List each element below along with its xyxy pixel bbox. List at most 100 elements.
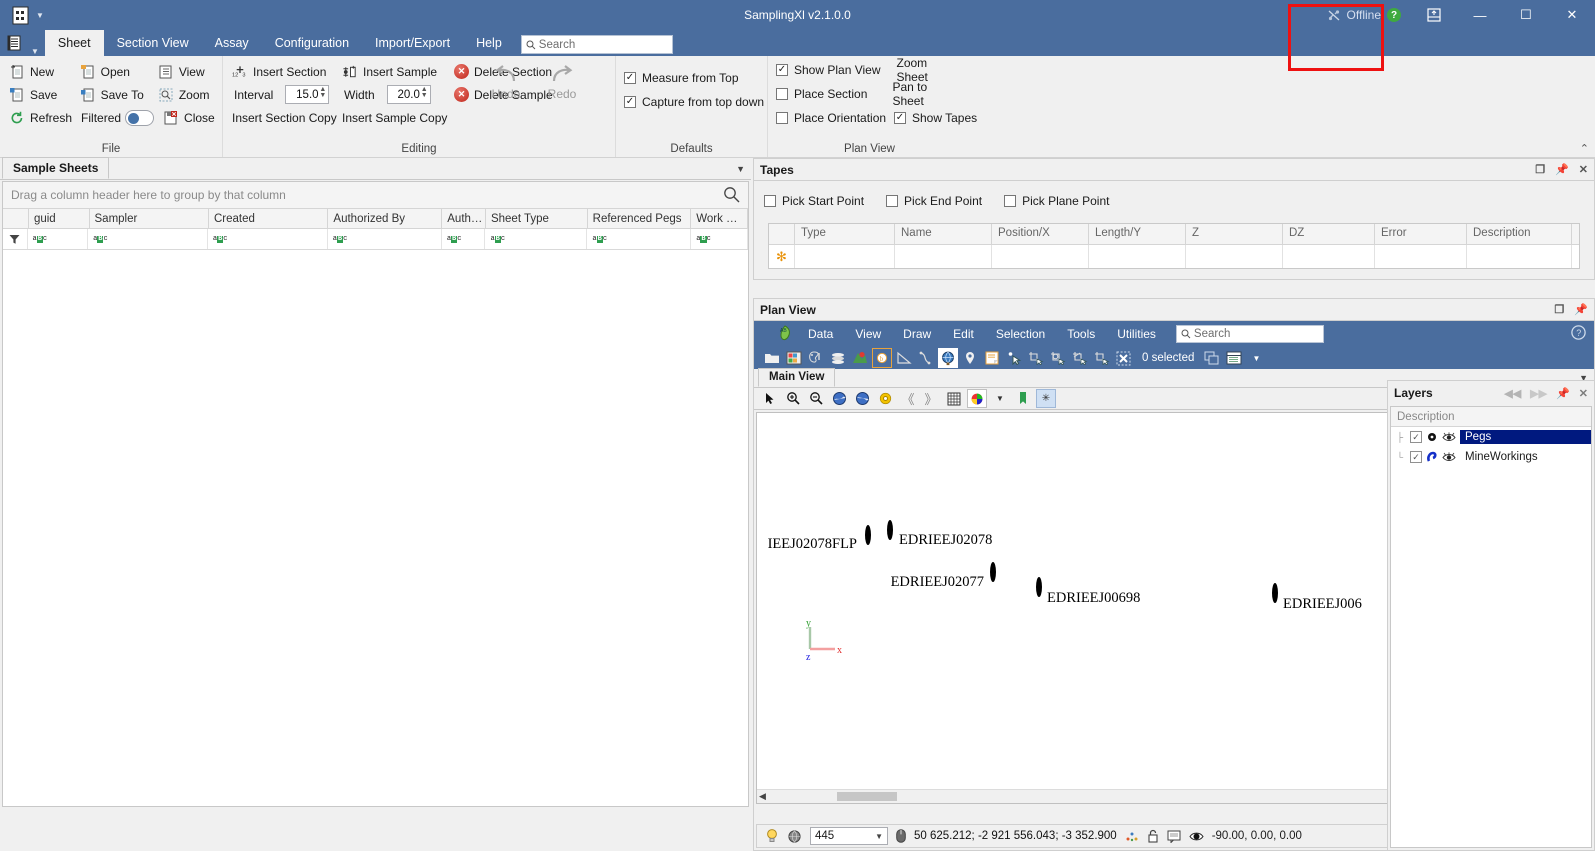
view-distance-combobox[interactable]: 445 ▼ bbox=[810, 827, 888, 845]
peg-marker[interactable]: EDRIEEJ006 bbox=[1272, 586, 1278, 600]
lock-icon[interactable] bbox=[1147, 829, 1159, 843]
save-to-button[interactable]: Save To bbox=[77, 83, 155, 106]
layers-stack-icon[interactable] bbox=[828, 348, 848, 368]
rewind-icon[interactable]: 《 bbox=[898, 389, 918, 408]
group-by-dropzone[interactable]: Drag a column header here to group by th… bbox=[3, 182, 748, 209]
float-window-icon[interactable]: ❐ bbox=[1554, 303, 1564, 316]
offline-status-group[interactable]: Offline ? bbox=[1317, 0, 1411, 30]
crop-rect-icon[interactable] bbox=[1092, 348, 1112, 368]
forward-icon[interactable]: 》 bbox=[921, 389, 941, 408]
gear-icon[interactable] bbox=[875, 389, 895, 408]
asterisk-icon[interactable]: ✳ bbox=[1036, 389, 1056, 408]
tab-main-view[interactable]: Main View bbox=[758, 368, 835, 387]
tapes-new-row[interactable]: ✻ bbox=[769, 245, 1579, 268]
pin-icon[interactable]: 📌 bbox=[1574, 303, 1588, 316]
float-window-icon[interactable]: ❐ bbox=[1535, 163, 1545, 176]
plan-menu-data[interactable]: Data bbox=[798, 324, 843, 344]
chevron-down-icon[interactable]: ▼ bbox=[1246, 348, 1266, 368]
nav-forward-icon[interactable]: ▶▶ bbox=[1530, 387, 1547, 400]
pick-plane-point-checkbox[interactable]: Pick Plane Point bbox=[1004, 189, 1109, 213]
filter-cell-work[interactable]: aBc bbox=[691, 229, 748, 249]
new-button[interactable]: New bbox=[6, 60, 77, 83]
clear-selection-icon[interactable] bbox=[1114, 348, 1134, 368]
column-guid[interactable]: guid bbox=[29, 209, 90, 228]
collapse-ribbon-icon[interactable]: ⌃ bbox=[1580, 142, 1589, 155]
column-created[interactable]: Created bbox=[209, 209, 328, 228]
place-orientation-checkbox[interactable]: Place Orientation bbox=[774, 106, 892, 130]
notes-icon[interactable] bbox=[982, 348, 1002, 368]
column-authorized-by[interactable]: Authorized By bbox=[328, 209, 442, 228]
eye-icon[interactable] bbox=[1442, 432, 1456, 443]
triangle-measure-icon[interactable] bbox=[894, 348, 914, 368]
zoom-in-icon[interactable] bbox=[783, 389, 803, 408]
filtered-toggle-item[interactable]: Filtered bbox=[78, 106, 160, 129]
view-button[interactable]: View bbox=[155, 60, 216, 83]
tapes-column-name[interactable]: Name bbox=[895, 224, 992, 244]
sphere-wireframe-icon[interactable] bbox=[787, 829, 802, 844]
vulcan-leaf-icon[interactable]: AB bbox=[774, 323, 796, 345]
tapes-cell-error[interactable] bbox=[1375, 245, 1467, 268]
tab-help[interactable]: Help bbox=[463, 30, 515, 56]
globe-icon[interactable] bbox=[938, 348, 958, 368]
zoom-button[interactable]: Zoom bbox=[155, 83, 216, 106]
pick-end-point-checkbox[interactable]: Pick End Point bbox=[886, 189, 982, 213]
filter-cell-sampler[interactable]: aBc bbox=[88, 229, 208, 249]
redo-button[interactable]: Redo bbox=[541, 64, 583, 102]
help-circle-icon[interactable]: ? bbox=[1571, 325, 1586, 340]
scroll-left-icon[interactable]: ◀ bbox=[759, 791, 766, 802]
grid-search-icon[interactable] bbox=[723, 186, 740, 203]
grid-icon[interactable] bbox=[944, 389, 964, 408]
filtered-toggle[interactable] bbox=[125, 110, 154, 126]
pan-to-sheet-button[interactable]: Pan to Sheet bbox=[884, 82, 965, 106]
column-sampler[interactable]: Sampler bbox=[90, 209, 209, 228]
plan-menu-tools[interactable]: Tools bbox=[1057, 324, 1105, 344]
filter-cell-created[interactable]: aBc bbox=[208, 229, 328, 249]
tapes-cell-position-x[interactable] bbox=[992, 245, 1089, 268]
interval-stepper[interactable]: 15.0 ▲▼ bbox=[285, 85, 329, 104]
circle-b-icon[interactable]: b bbox=[872, 348, 892, 368]
app-icon[interactable] bbox=[7, 2, 33, 28]
filter-cell-guid[interactable]: aBc bbox=[28, 229, 89, 249]
column-auth[interactable]: Auth… bbox=[442, 209, 486, 228]
close-icon[interactable]: ✕ bbox=[1579, 387, 1588, 400]
eye-icon[interactable] bbox=[1442, 452, 1456, 463]
refresh-button[interactable]: Refresh bbox=[6, 106, 78, 129]
column-sheet-type[interactable]: Sheet Type bbox=[486, 209, 588, 228]
bookmark-flag-icon[interactable] bbox=[1013, 389, 1033, 408]
show-plan-view-checkbox[interactable]: ✓ Show Plan View bbox=[774, 58, 889, 82]
insert-sample-button[interactable]: Insert Sample bbox=[339, 60, 451, 83]
tapes-column-length-y[interactable]: Length/Y bbox=[1089, 224, 1186, 244]
tapes-cell-z[interactable] bbox=[1186, 245, 1283, 268]
plan-view-search-box[interactable]: Search bbox=[1176, 325, 1324, 343]
tapes-cell-type[interactable] bbox=[795, 245, 895, 268]
tapes-column-z[interactable]: Z bbox=[1186, 224, 1283, 244]
tapes-cell-description[interactable] bbox=[1467, 245, 1572, 268]
layer-visibility-checkbox[interactable]: ✓ bbox=[1410, 431, 1422, 443]
colour-palette-grid-icon[interactable] bbox=[784, 348, 804, 368]
insert-sample-copy-button[interactable]: Insert Sample Copy bbox=[339, 106, 457, 129]
lightbulb-icon[interactable] bbox=[765, 828, 779, 844]
chevron-down-icon[interactable]: ▼ bbox=[990, 389, 1010, 408]
message-icon[interactable] bbox=[1167, 830, 1181, 843]
tapes-column-type[interactable]: Type bbox=[795, 224, 895, 244]
column-work[interactable]: Work … bbox=[691, 209, 748, 228]
tab-configuration[interactable]: Configuration bbox=[262, 30, 362, 56]
restore-layout-button[interactable] bbox=[1411, 0, 1457, 30]
place-section-checkbox[interactable]: Place Section bbox=[774, 82, 884, 106]
close-button[interactable]: ✕ bbox=[1549, 0, 1595, 30]
plan-menu-utilities[interactable]: Utilities bbox=[1107, 324, 1166, 344]
plan-menu-edit[interactable]: Edit bbox=[943, 324, 984, 344]
open-folder-icon[interactable] bbox=[762, 348, 782, 368]
tapes-column-description[interactable]: Description bbox=[1467, 224, 1572, 244]
insert-section-copy-button[interactable]: Insert Section Copy bbox=[229, 106, 339, 129]
globe-view-alt-icon[interactable] bbox=[852, 389, 872, 408]
crop-inspect-icon[interactable] bbox=[1048, 348, 1068, 368]
close-icon[interactable]: ✕ bbox=[1579, 163, 1588, 176]
peg-marker[interactable]: IEEJ02078FLP bbox=[865, 528, 871, 542]
plan-menu-draw[interactable]: Draw bbox=[893, 324, 941, 344]
plan-menu-view[interactable]: View bbox=[845, 324, 891, 344]
close-sheet-button[interactable]: Close bbox=[160, 106, 221, 129]
save-button[interactable]: Save bbox=[6, 83, 77, 106]
tapes-cell-dz[interactable] bbox=[1283, 245, 1375, 268]
pointer-select-icon[interactable] bbox=[1004, 348, 1024, 368]
